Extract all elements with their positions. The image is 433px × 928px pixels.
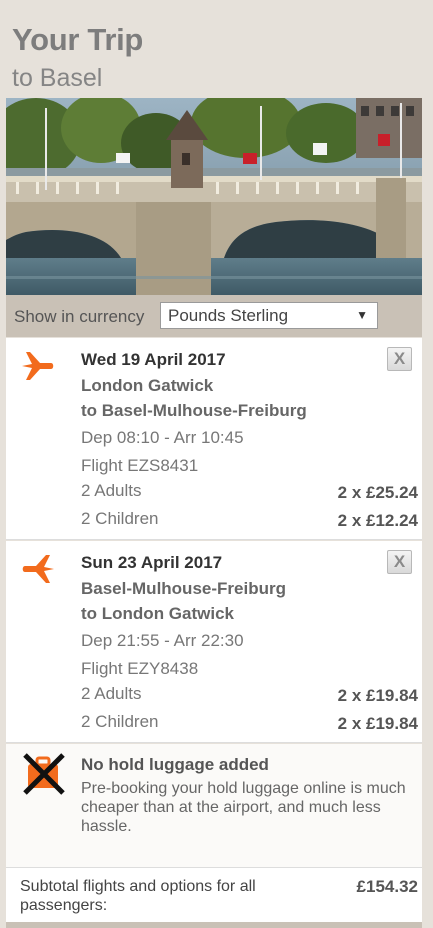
flight-origin: Basel-Mulhouse-Freiburg xyxy=(81,579,286,598)
passenger-adults: 2 Adults xyxy=(81,684,142,703)
passenger-adults: 2 Adults xyxy=(81,481,142,500)
price-children: 2 x £12.24 xyxy=(337,511,418,530)
price-adults: 2 x £25.24 xyxy=(337,483,418,502)
flight-times: Dep 21:55 - Arr 22:30 xyxy=(81,631,244,650)
flight-destination: to Basel-Mulhouse-Freiburg xyxy=(81,401,307,420)
no-luggage-icon xyxy=(23,753,65,795)
chevron-down-icon: ▼ xyxy=(356,308,368,322)
destination-photo xyxy=(6,98,422,295)
flight-times: Dep 08:10 - Arr 10:45 xyxy=(81,428,244,447)
flight-date: Wed 19 April 2017 xyxy=(81,350,226,369)
plane-icon xyxy=(22,555,54,583)
flight-origin: London Gatwick xyxy=(81,376,214,395)
passenger-children: 2 Children xyxy=(81,712,159,731)
currency-bar: Show in currency Pounds Sterling ▼ xyxy=(6,295,422,337)
price-children: 2 x £19.84 xyxy=(337,714,418,733)
subtotal-value: £154.32 xyxy=(356,877,418,896)
flight-number: Flight EZS8431 xyxy=(81,456,199,475)
currency-selected-value: Pounds Sterling xyxy=(168,306,289,325)
price-adults: 2 x £19.84 xyxy=(337,686,418,705)
flight-date: Sun 23 April 2017 xyxy=(81,553,223,572)
flight-card-return: X Sun 23 April 2017 Basel-Mulhouse-Freib… xyxy=(6,541,422,743)
remove-flight-button[interactable]: X xyxy=(387,347,412,371)
bottom-divider xyxy=(6,922,422,928)
destination-subtitle: to Basel xyxy=(12,64,103,92)
subtotal-label: Subtotal flights and options for all pas… xyxy=(20,878,256,914)
subtotal-row: Subtotal flights and options for all pas… xyxy=(6,868,422,922)
luggage-description: Pre-booking your hold luggage online is … xyxy=(81,780,406,835)
page-title: Your Trip xyxy=(12,22,144,57)
remove-flight-button[interactable]: X xyxy=(387,550,412,574)
luggage-card: No hold luggage added Pre-booking your h… xyxy=(6,744,422,868)
flight-card-outbound: X Wed 19 April 2017 London Gatwick to Ba… xyxy=(6,338,422,540)
passenger-children: 2 Children xyxy=(81,509,159,528)
flight-destination: to London Gatwick xyxy=(81,604,234,623)
currency-label: Show in currency xyxy=(14,307,145,326)
flight-number: Flight EZY8438 xyxy=(81,659,199,678)
plane-icon xyxy=(22,352,54,380)
luggage-title: No hold luggage added xyxy=(81,755,269,774)
currency-select[interactable]: Pounds Sterling ▼ xyxy=(160,302,378,329)
